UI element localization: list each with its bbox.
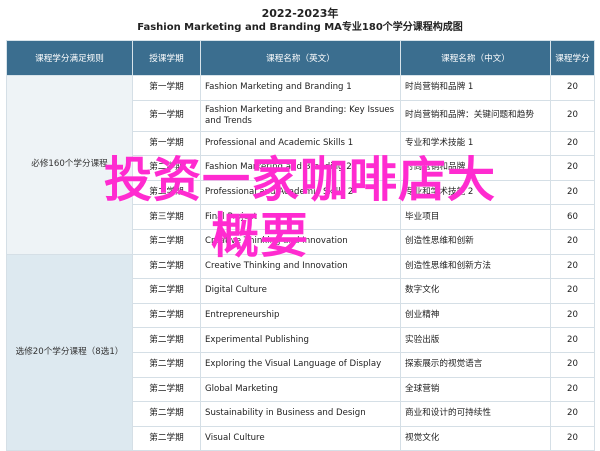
course-name-en-cell: Creative Thinking and Innovation: [200, 228, 401, 255]
credits-cell: 20: [550, 425, 595, 451]
semester-cell: 第二学期: [132, 228, 201, 255]
course-name-en-cell: Exploring the Visual Language of Display: [200, 351, 401, 378]
credits-cell: 20: [550, 302, 595, 329]
course-name-cn-cell: 创业精神: [400, 302, 551, 329]
rule-cell: 必修160个学分课程: [6, 75, 133, 255]
course-name-cn-cell: 探索展示的视觉语言: [400, 351, 551, 378]
course-name-cn-cell: 时尚营销和品牌 1: [400, 75, 551, 101]
course-name-en-cell: Fashion Marketing and Branding 2: [200, 155, 401, 181]
credits-cell: 20: [550, 99, 595, 132]
semester-cell: 第二学期: [132, 155, 201, 181]
credits-cell: 60: [550, 204, 595, 230]
credits-cell: 20: [550, 130, 595, 157]
semester-cell: 第一学期: [132, 99, 201, 132]
course-name-cn-cell: 毕业项目: [400, 204, 551, 230]
course-name-en-cell: Digital Culture: [200, 278, 401, 304]
credits-cell: 20: [550, 401, 595, 427]
course-name-cn-cell: 商业和设计的可持续性: [400, 401, 551, 427]
course-name-en-cell: Experimental Publishing: [200, 327, 401, 353]
semester-cell: 第二学期: [132, 253, 201, 280]
column-header-credits: 课程学分: [550, 40, 595, 76]
course-name-cn-cell: 时尚营销和品牌 2: [400, 155, 551, 181]
column-header-semester: 授课学期: [132, 40, 201, 76]
course-name-cn-cell: 时尚营销和品牌：关键问题和趋势: [400, 99, 551, 132]
credits-cell: 20: [550, 155, 595, 181]
credits-cell: 20: [550, 228, 595, 255]
semester-cell: 第二学期: [132, 425, 201, 451]
document-subtitle: Fashion Marketing and Branding MA专业180个学…: [137, 22, 463, 33]
course-name-en-cell: Sustainability in Business and Design: [200, 401, 401, 427]
credits-cell: 20: [550, 75, 595, 101]
course-name-en-cell: Creative Thinking and Innovation: [200, 253, 401, 280]
column-header-rule: 课程学分满足规则: [6, 40, 133, 76]
course-name-cn-cell: 全球营销: [400, 376, 551, 403]
course-name-cn-cell: 数字文化: [400, 278, 551, 304]
semester-cell: 第三学期: [132, 204, 201, 230]
credits-cell: 20: [550, 327, 595, 353]
course-name-en-cell: Fashion Marketing and Branding 1: [200, 75, 401, 101]
semester-cell: 第二学期: [132, 302, 201, 329]
credits-cell: 20: [550, 253, 595, 280]
course-name-cn-cell: 视觉文化: [400, 425, 551, 451]
credits-cell: 20: [550, 376, 595, 403]
semester-cell: 第二学期: [132, 327, 201, 353]
semester-cell: 第一学期: [132, 130, 201, 157]
course-name-cn-cell: 创造性思维和创新方法: [400, 253, 551, 280]
course-name-en-cell: Entrepreneurship: [200, 302, 401, 329]
semester-cell: 第一学期: [132, 75, 201, 101]
credits-cell: 20: [550, 278, 595, 304]
table-row: 必修160个学分课程 第一学期 Fashion Marketing and Bran…: [6, 75, 595, 255]
credits-cell: 20: [550, 351, 595, 378]
course-name-cn-cell: 实验出版: [400, 327, 551, 353]
table-row: 选修20个学分课程（8选1） 第二学期 Creative Thinking and …: [6, 253, 595, 451]
rule-cell: 选修20个学分课程（8选1）: [6, 253, 133, 451]
course-name-cn-cell: 创造性思维和创新: [400, 228, 551, 255]
column-header-name-en: 课程名称（英文）: [200, 40, 401, 76]
course-name-en-cell: Global Marketing: [200, 376, 401, 403]
course-name-cn-cell: 专业和学术技能 1: [400, 130, 551, 157]
table-body: 必修160个学分课程 第一学期 Fashion Marketing and Bran…: [6, 75, 595, 451]
semester-cell: 第二学期: [132, 278, 201, 304]
course-name-en-cell: Visual Culture: [200, 425, 401, 451]
course-name-cn-cell: 专业和学术技能 2: [400, 179, 551, 206]
semester-cell: 第二学期: [132, 351, 201, 378]
course-name-en-cell: Professional and Academic Skills 2: [200, 179, 401, 206]
column-header-name-cn: 课程名称（中文）: [400, 40, 551, 76]
semester-cell: 第二学期: [132, 376, 201, 403]
course-name-en-cell: Fashion Marketing and Branding: Key Issu…: [200, 99, 401, 132]
course-name-en-cell: Final Project: [200, 204, 401, 230]
table-header-row: 课程学分满足规则 授课学期 课程名称（英文） 课程名称（中文） 课程学分: [6, 40, 595, 76]
course-table: 课程学分满足规则 授课学期 课程名称（英文） 课程名称（中文） 课程学分 必修1…: [6, 40, 595, 451]
course-name-en-cell: Professional and Academic Skills 1: [200, 130, 401, 157]
semester-cell: 第二学期: [132, 179, 201, 206]
semester-cell: 第二学期: [132, 401, 201, 427]
credits-cell: 20: [550, 179, 595, 206]
